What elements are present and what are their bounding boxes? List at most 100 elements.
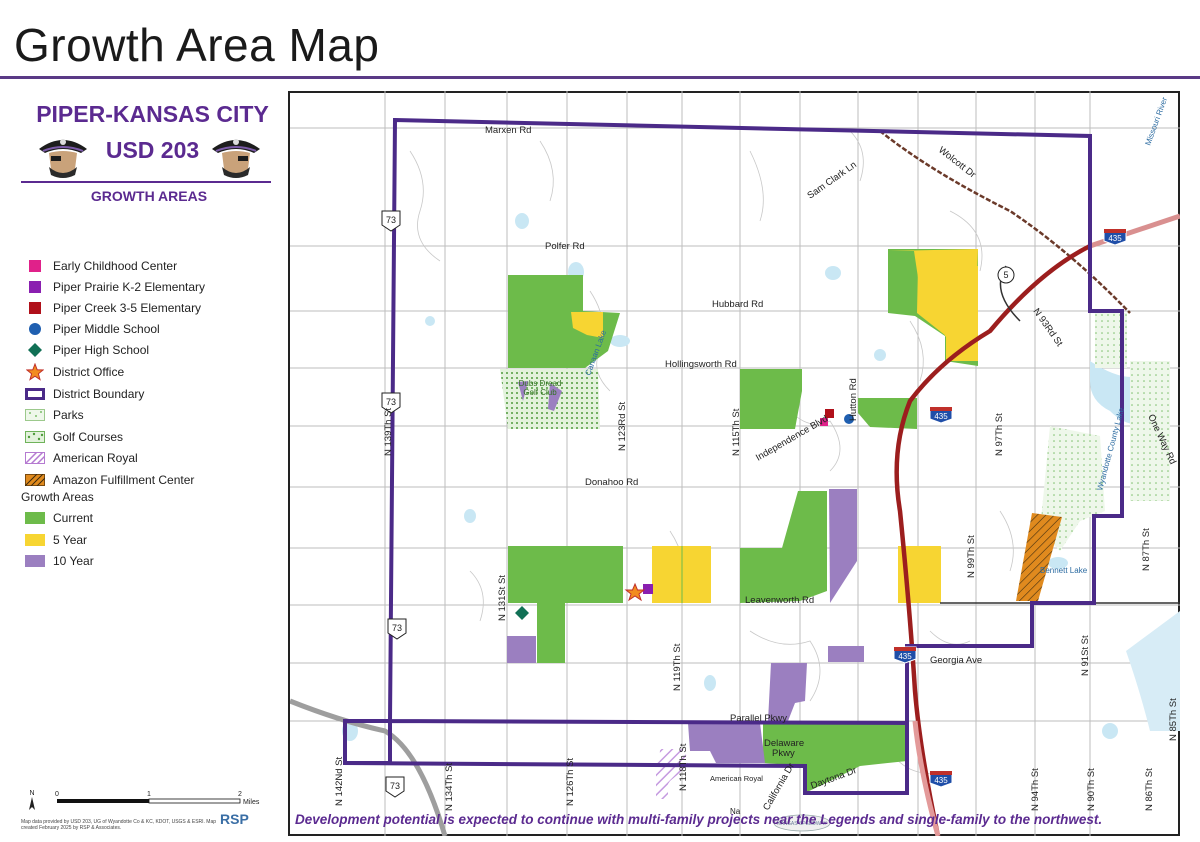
road-label: N 85Th St [1168,698,1179,741]
svg-text:5: 5 [1003,270,1008,280]
legend-item-golf: Golf Courses [25,428,123,446]
golf-label: Dubs Dread Golf Club [519,379,562,397]
road-label: American Royal [710,774,763,783]
legend-item-parks: Parks [25,406,84,424]
piper-creek-marker[interactable] [825,409,834,418]
rsp-logo: RSP [220,811,249,827]
road-label: N 93Rd St [1031,306,1065,349]
road-label: California Dr [761,761,797,812]
legend-item-piper-prairie: Piper Prairie K-2 Elementary [25,278,205,296]
legend-label: Piper Middle School [53,322,160,336]
road-label: N 119Th St [672,643,683,691]
road-label: N 139Th St [383,408,394,456]
legend-item-piper-creek: Piper Creek 3-5 Elementary [25,299,201,317]
road-label: Marxen Rd [485,125,531,136]
legend-label: Parks [53,408,84,422]
piper-prairie-marker[interactable] [643,584,653,594]
legend-label: Piper High School [53,343,150,357]
road-label: N 99Th St [966,535,977,578]
page-title: Growth Area Map [14,19,380,71]
pirate-mascot-icon [39,139,87,178]
legend-divider [21,181,271,183]
road-label: Pkwy [772,748,795,759]
svg-text:435: 435 [934,412,948,421]
scale-tick-label: 0 [55,791,59,798]
svg-text:73: 73 [386,397,396,407]
road-label: N 134Th St [444,763,455,811]
legend-item-district-boundary: District Boundary [25,385,144,403]
legend-item-current: Current [25,509,93,527]
title-divider [0,76,1200,79]
road-label: N 86Th St [1144,768,1155,811]
high-school-marker[interactable] [515,606,529,620]
svg-text:N: N [29,790,34,797]
legend-label: Piper Creek 3-5 Elementary [53,301,202,315]
district-office-marker[interactable] [624,582,646,602]
svg-text:73: 73 [390,781,400,791]
legend-item-high-school: Piper High School [25,341,149,359]
water-label: Missouri River [1143,96,1169,147]
legend-item-early-childhood: Early Childhood Center [25,257,177,275]
road-label: N 90Th St [1086,768,1097,811]
legend-label: 10 Year [53,554,94,568]
interstate-435-shield-icon: 435 [1103,228,1127,246]
road-label: Georgia Ave [930,655,982,666]
parks-swatch-icon [25,409,45,421]
svg-text:435: 435 [1108,234,1122,243]
hatch-swatch-icon [25,452,45,464]
logo-text: RSP [220,811,249,827]
road-label: N 123Rd St [617,402,628,451]
legend-panel: PIPER-KANSAS CITY USD 203 GROWTH AREAS E… [15,91,290,836]
legend-label: District Office [53,365,125,379]
road-label: N 118Th St [678,743,689,791]
road-label: N 115Th St [731,408,742,456]
hatch-swatch-icon [25,474,45,486]
amazon-fulfillment-area [1016,513,1062,601]
interstate-435-shield-icon: 435 [929,770,953,788]
road-label: Polfer Rd [545,241,585,252]
road-label: Hutton Rd [848,378,859,421]
north-arrow-icon: N [29,790,35,810]
water-label: Bennett Lake [1040,566,1088,575]
star-marker-icon [26,363,44,381]
legend-label: Amazon Fulfillment Center [53,473,195,487]
legend-item-5-year: 5 Year [25,531,87,549]
road-label: Leavenworth Rd [745,595,814,606]
legend-label: District Boundary [53,387,145,401]
pirate-mascot-icon [212,139,260,178]
scale-tick-label: 1 [147,791,151,798]
legend-label: 5 Year [53,533,88,547]
road-label: Wolcott Dr [936,145,978,181]
current-swatch-icon [25,512,45,524]
us-73-shield-icon: 73 [385,776,405,798]
legend-item-district-office: District Office [25,363,124,381]
legend-label: American Royal [53,451,138,465]
legend-item-10-year: 10 Year [25,552,94,570]
scale-tick-label: 2 [238,791,242,798]
road-label: N 94Th St [1030,768,1041,811]
road-label: Hubbard Rd [712,299,763,310]
ten-year-swatch-icon [25,555,45,567]
legend-item-american-royal: American Royal [25,449,138,467]
growth-areas-subtitle: Growth Areas [21,490,94,504]
road-label: N 142Nd St [334,757,345,806]
footnote: Development potential is expected to con… [295,812,1103,827]
district-name: PIPER-KANSAS CITY [36,101,269,127]
road-label: N 91St St [1080,635,1091,676]
road-label: N 87Th St [1141,528,1152,571]
legend-section-title: GROWTH AREAS [90,188,208,204]
square-marker-icon [29,302,41,314]
svg-text:435: 435 [898,652,912,661]
interstate-435-shield-icon: 435 [929,406,953,424]
legend-item-amazon: Amazon Fulfillment Center [25,471,194,489]
square-marker-icon [29,260,41,272]
diamond-marker-icon [28,343,42,357]
road-label: Donahoo Rd [585,477,638,488]
svg-text:73: 73 [386,215,396,225]
svg-text:73: 73 [392,623,402,633]
road-label: Parallel Pkwy [730,713,787,724]
golf-swatch-icon [25,431,45,443]
scale-unit: Miles [243,799,260,806]
map-svg: 73 73 73 73 5 435 435 435 435 KANSAS SPE… [290,91,1180,836]
map-canvas[interactable]: 73 73 73 73 5 435 435 435 435 KANSAS SPE… [290,91,1180,836]
